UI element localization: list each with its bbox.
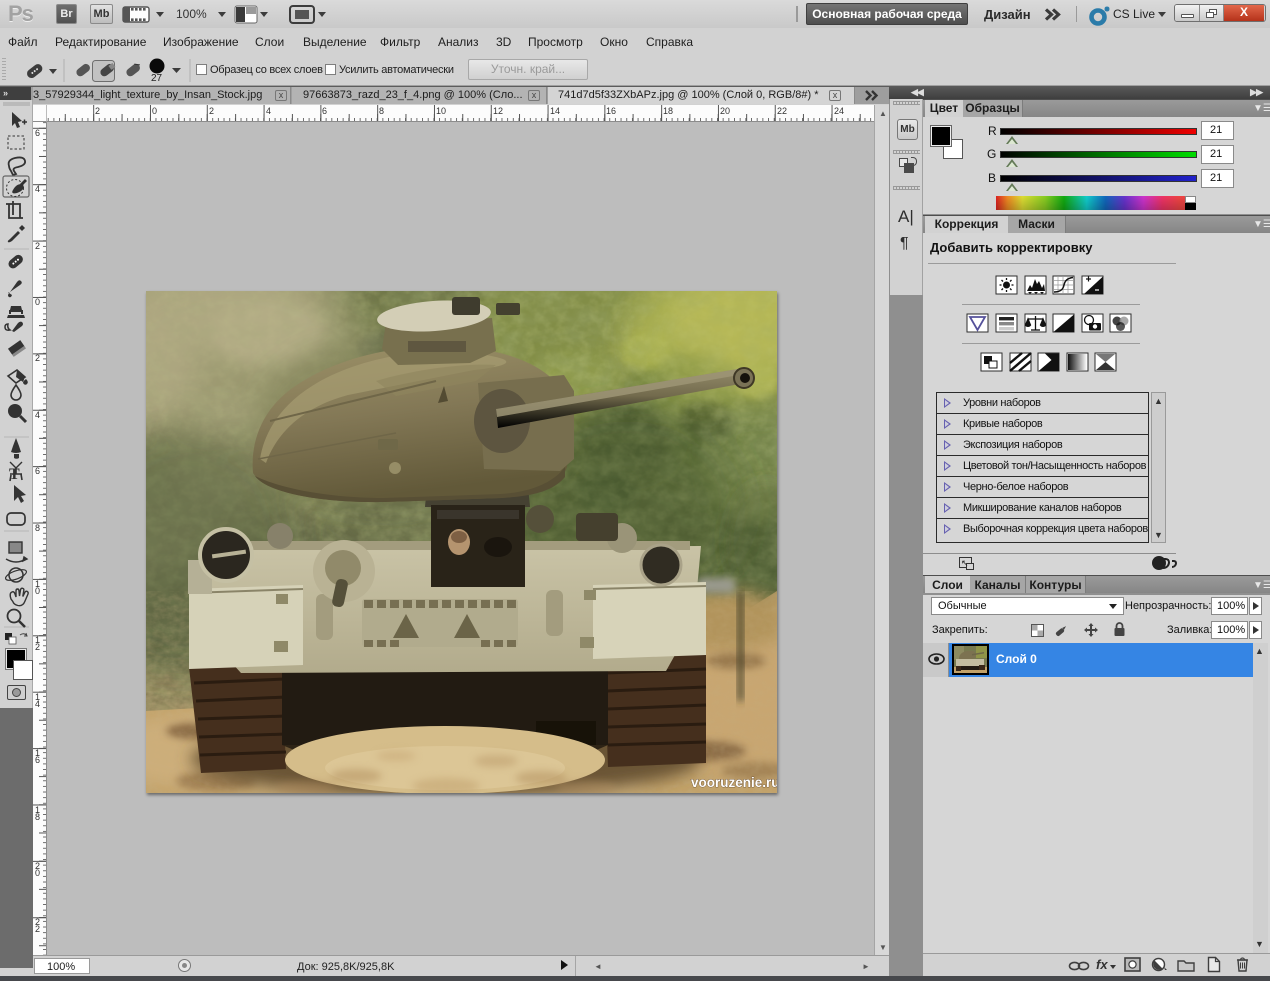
- svg-text:vooruzenie.ru: vooruzenie.ru: [691, 775, 777, 790]
- svg-text:27: 27: [151, 73, 163, 84]
- svg-text:T: T: [9, 466, 20, 483]
